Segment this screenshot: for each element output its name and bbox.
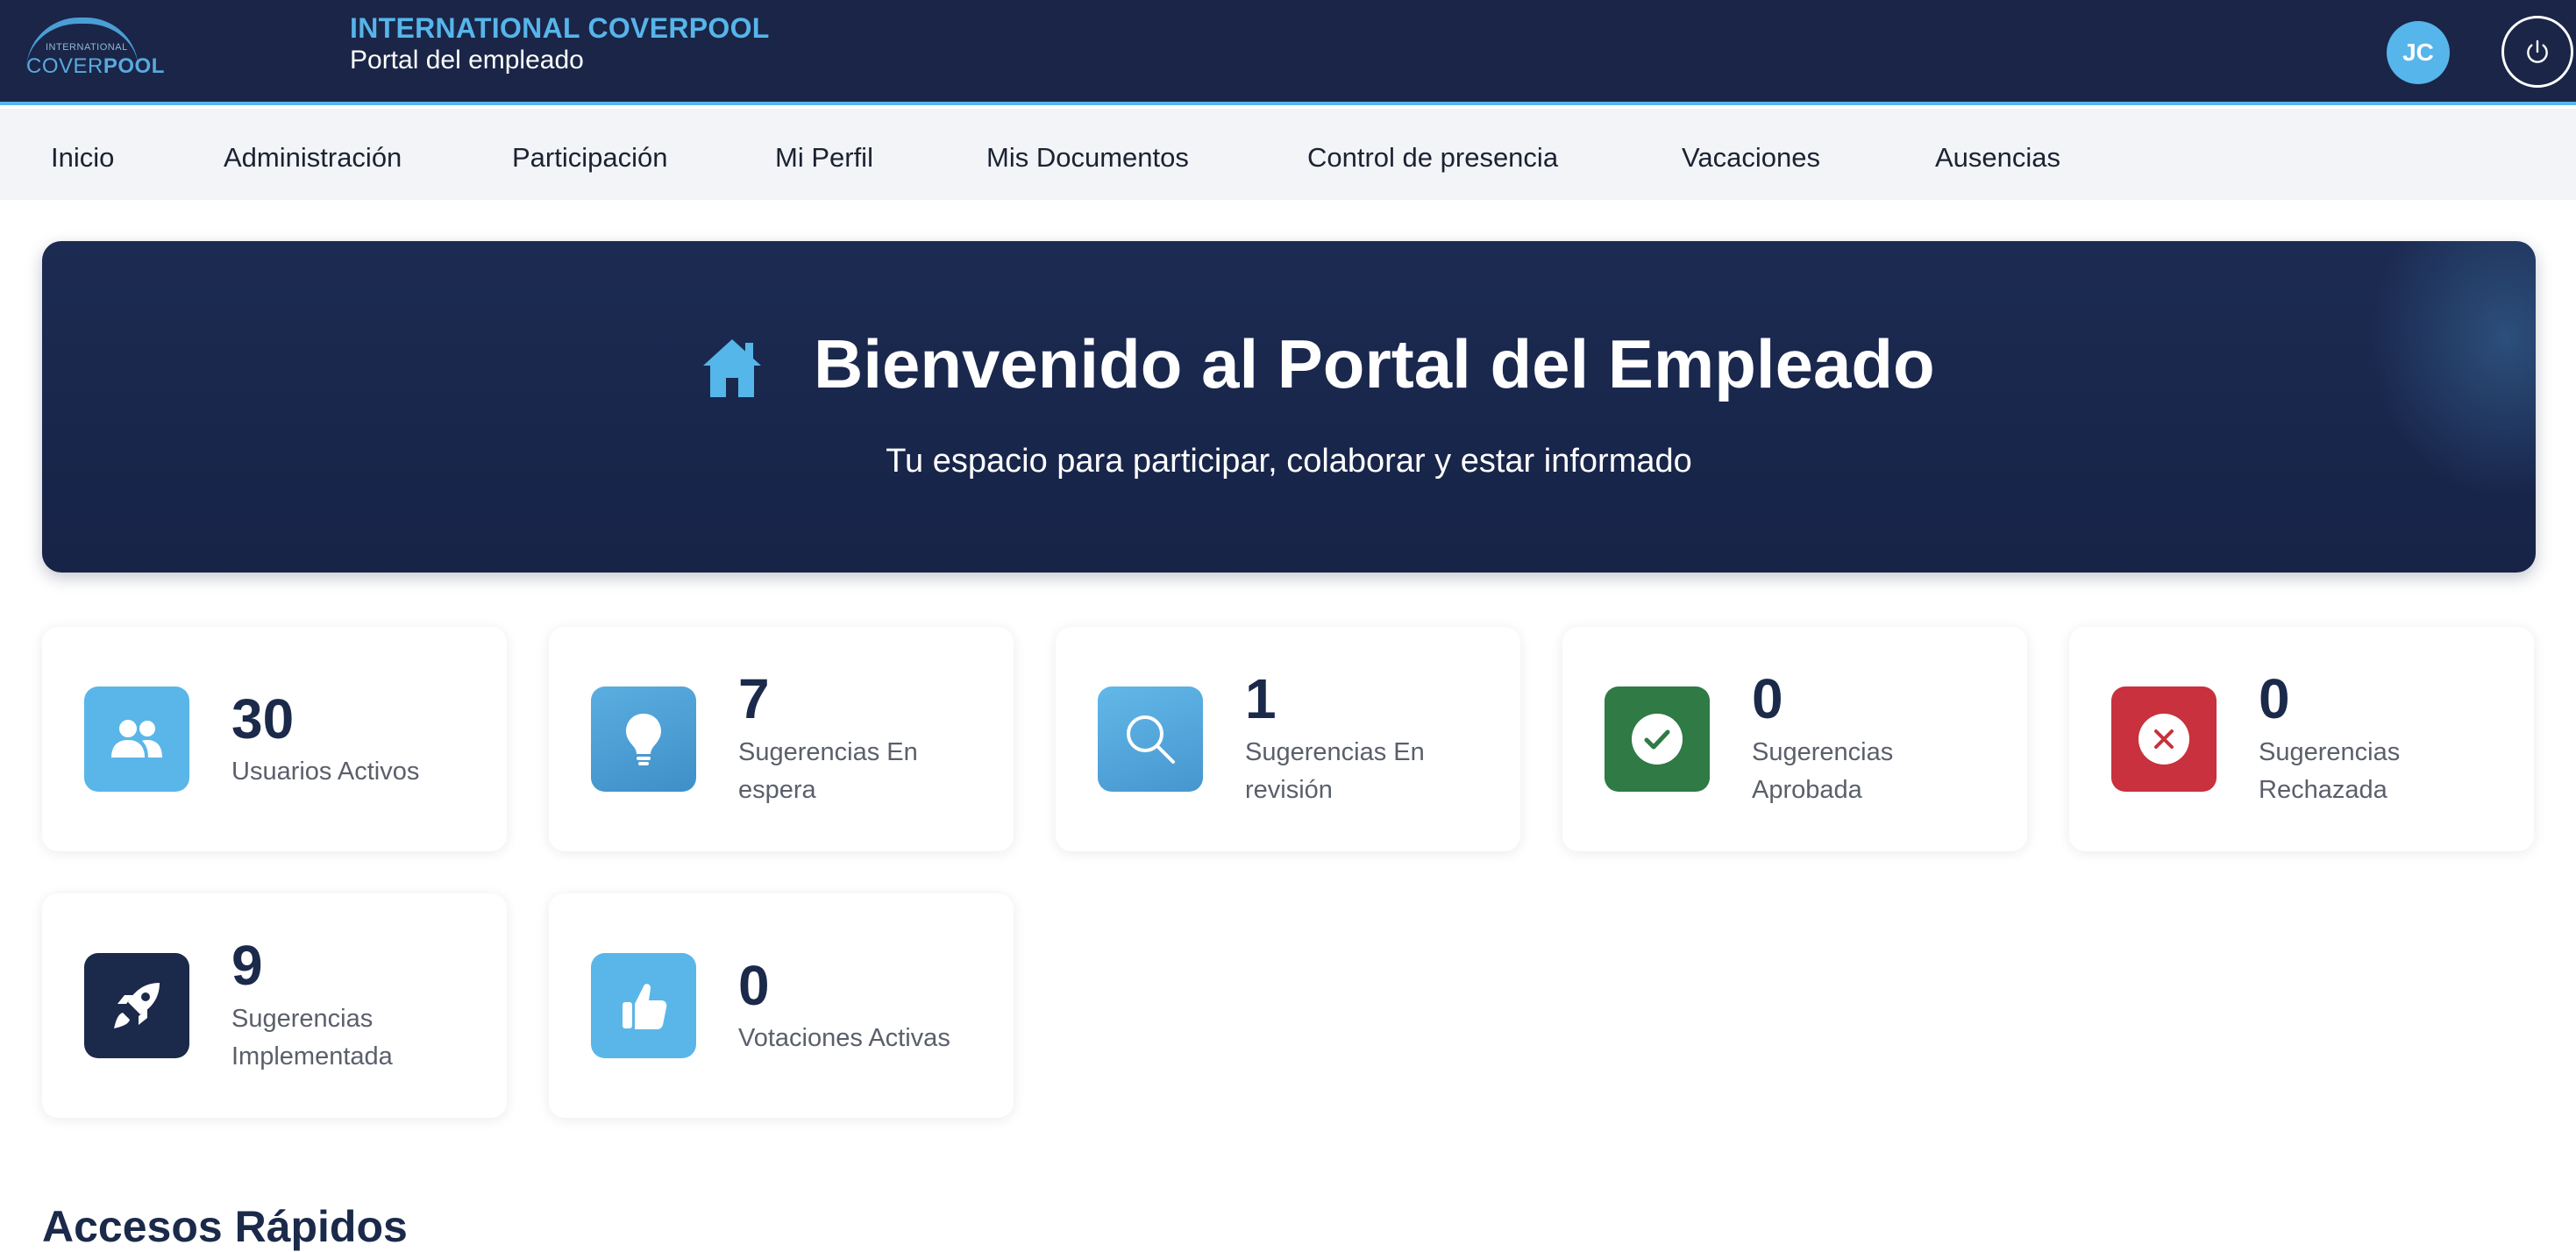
nav-item-participacion[interactable]: Participación <box>512 142 667 174</box>
stat-label: Sugerencias En espera <box>738 738 918 804</box>
quick-access-title: Accesos Rápidos <box>42 1202 408 1251</box>
search-icon <box>1098 686 1203 792</box>
home-icon <box>703 339 761 397</box>
stat-label: Sugerencias Rechazada <box>2259 738 2401 804</box>
thumbs-up-icon <box>591 953 696 1058</box>
company-logo[interactable]: INTERNATIONAL COVERPOOL <box>23 16 164 78</box>
company-name: INTERNATIONAL COVERPOOL <box>350 12 770 44</box>
user-avatar[interactable]: JC <box>2387 21 2450 84</box>
stat-label: Sugerencias Aprobada <box>1752 738 1894 804</box>
logout-button[interactable] <box>2501 16 2573 88</box>
nav-item-control-presencia[interactable]: Control de presencia <box>1307 142 1558 174</box>
power-icon <box>2527 39 2548 63</box>
logo-name: COVERPOOL <box>26 54 165 78</box>
nav-item-mi-perfil[interactable]: Mi Perfil <box>775 142 873 174</box>
stat-value: 0 <box>1752 667 1783 730</box>
welcome-subtitle: Tu espacio para participar, colaborar y … <box>886 443 1692 480</box>
stat-label: Usuarios Activos <box>231 758 420 786</box>
lightbulb-icon <box>591 686 696 792</box>
stat-card-votaciones-activas[interactable]: 0 Votaciones Activas <box>549 893 1014 1118</box>
stat-label: Votaciones Activas <box>738 1024 950 1052</box>
stat-value: 9 <box>231 934 263 997</box>
stat-label: Sugerencias En revisión <box>1245 738 1425 804</box>
nav-item-administracion[interactable]: Administración <box>224 142 402 174</box>
stat-card-sugerencias-implementada[interactable]: 9 Sugerencias Implementada <box>42 893 507 1118</box>
nav-item-vacaciones[interactable]: Vacaciones <box>1682 142 1820 174</box>
nav-item-inicio[interactable]: Inicio <box>51 142 114 174</box>
stat-card-sugerencias-rechazada[interactable]: 0 Sugerencias Rechazada <box>2069 627 2534 851</box>
stat-card-usuarios-activos[interactable]: 30 Usuarios Activos <box>42 627 507 851</box>
stat-label: Sugerencias Implementada <box>231 1005 393 1071</box>
nav-item-mis-documentos[interactable]: Mis Documentos <box>986 142 1189 174</box>
x-circle-icon <box>2111 686 2217 792</box>
rocket-icon <box>84 953 189 1058</box>
stat-value: 30 <box>231 687 295 750</box>
stat-value: 7 <box>738 667 770 730</box>
stat-card-sugerencias-aprobada[interactable]: 0 Sugerencias Aprobada <box>1562 627 2027 851</box>
top-header: INTERNATIONAL COVERPOOL INTERNATIONAL CO… <box>0 0 2576 105</box>
stat-card-sugerencias-en-espera[interactable]: 7 Sugerencias En espera <box>549 627 1014 851</box>
check-circle-icon <box>1605 686 1710 792</box>
users-icon <box>84 686 189 792</box>
nav-item-ausencias[interactable]: Ausencias <box>1935 142 2060 174</box>
stat-value: 0 <box>2259 667 2290 730</box>
portal-subtitle: Portal del empleado <box>350 46 584 75</box>
stat-card-sugerencias-en-revision[interactable]: 1 Sugerencias En revisión <box>1056 627 1520 851</box>
logo-small-text: INTERNATIONAL <box>46 42 128 53</box>
welcome-banner: Bienvenido al Portal del Empleado Tu esp… <box>42 241 2536 573</box>
stat-value: 0 <box>738 954 770 1017</box>
welcome-title: Bienvenido al Portal del Empleado <box>814 325 1935 402</box>
stat-value: 1 <box>1245 667 1277 730</box>
main-nav: Inicio Administración Participación Mi P… <box>0 109 2576 200</box>
